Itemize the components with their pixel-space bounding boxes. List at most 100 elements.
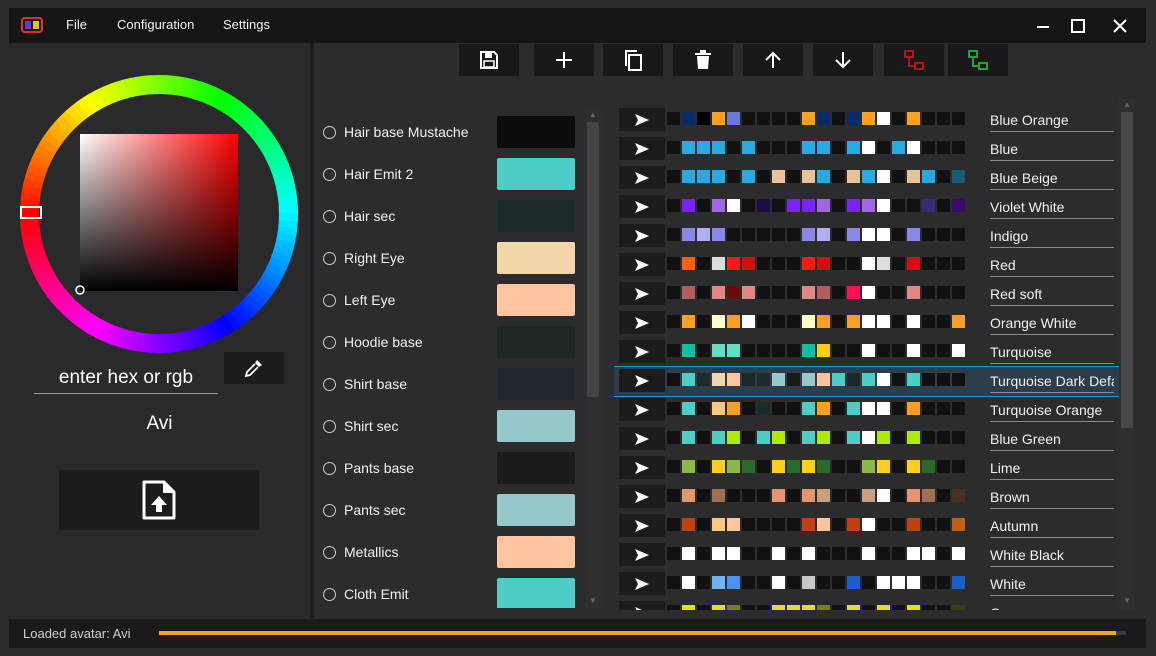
color-slot-row[interactable]: Hair sec [319,200,599,242]
apply-preset-button[interactable] [619,311,665,334]
preset-name[interactable]: Blue Beige [990,170,1114,190]
add-button[interactable] [534,44,594,76]
preset-name[interactable]: Blue [990,141,1114,161]
preset-name[interactable]: Indigo [990,228,1114,248]
slot-color-swatch[interactable] [497,242,575,274]
slot-color-swatch[interactable] [497,158,575,190]
menu-settings[interactable]: Settings [223,17,270,32]
apply-preset-button[interactable] [619,282,665,305]
preset-name[interactable]: Violet White [990,199,1114,219]
preset-name[interactable]: White Black [990,547,1114,567]
apply-preset-button[interactable] [619,601,665,610]
preset-name[interactable]: Brown [990,489,1114,509]
connect-button[interactable] [948,44,1008,76]
color-slot-row[interactable]: Hair base Mustache [319,116,599,158]
save-button[interactable] [459,44,519,76]
apply-preset-button[interactable] [619,195,665,218]
preset-row[interactable]: White Black [614,541,1124,570]
apply-preset-button[interactable] [619,166,665,189]
apply-preset-button[interactable] [619,456,665,479]
preset-name[interactable]: Green [990,605,1114,610]
preset-row[interactable]: Indigo [614,222,1124,251]
move-up-button[interactable] [743,44,803,76]
preset-name[interactable]: Turquoise Orange [990,402,1114,422]
move-down-button[interactable] [813,44,873,76]
preset-name[interactable]: Red [990,257,1114,277]
slot-scrollbar-track[interactable]: ▲ ▼ [585,108,601,608]
slot-color-swatch[interactable] [497,536,575,568]
apply-preset-button[interactable] [619,514,665,537]
color-slot-row[interactable]: Pants sec [319,494,599,536]
color-slot-row[interactable]: Left Eye [319,284,599,326]
color-slot-row[interactable]: Cloth Emit [319,578,599,608]
load-avatar-button[interactable] [59,470,259,530]
preset-scroll-down-arrow[interactable]: ▼ [1119,594,1135,608]
apply-preset-button[interactable] [619,572,665,595]
slot-radio[interactable] [323,126,336,139]
preset-row[interactable]: Green [614,599,1124,610]
preset-name[interactable]: Lime [990,460,1114,480]
preset-name[interactable]: Autumn [990,518,1114,538]
color-slot-row[interactable]: Pants base [319,452,599,494]
preset-row[interactable]: White [614,570,1124,599]
disconnect-button[interactable] [884,44,944,76]
slot-color-swatch[interactable] [497,410,575,442]
maximize-button[interactable] [1064,14,1092,38]
apply-preset-button[interactable] [619,253,665,276]
preset-scroll-up-arrow[interactable]: ▲ [1119,98,1135,112]
slot-color-swatch[interactable] [497,368,575,400]
slot-radio[interactable] [323,588,336,601]
preset-row[interactable]: Blue Beige [614,164,1124,193]
slot-color-swatch[interactable] [497,326,575,358]
color-slot-row[interactable]: Shirt sec [319,410,599,452]
preset-name[interactable]: Blue Green [990,431,1114,451]
color-slot-row[interactable]: Hair Emit 2 [319,158,599,200]
color-slot-row[interactable]: Right Eye [319,242,599,284]
preset-row[interactable]: Turquoise Dark Default [614,366,1124,397]
preset-row[interactable]: Red [614,251,1124,280]
preset-row[interactable]: Brown [614,483,1124,512]
preset-name[interactable]: Red soft [990,286,1114,306]
slot-radio[interactable] [323,378,336,391]
hex-input[interactable] [34,363,218,394]
color-slot-row[interactable]: Shirt base [319,368,599,410]
preset-row[interactable]: Lime [614,454,1124,483]
slot-scrollbar-thumb[interactable] [587,122,599,397]
apply-preset-button[interactable] [619,369,665,392]
color-wheel[interactable] [19,74,299,354]
slot-radio[interactable] [323,294,336,307]
menu-file[interactable]: File [66,17,87,32]
slot-color-swatch[interactable] [497,452,575,484]
preset-row[interactable]: Violet White [614,193,1124,222]
slot-color-swatch[interactable] [497,116,575,148]
scroll-up-arrow[interactable]: ▲ [585,108,601,122]
apply-preset-button[interactable] [619,543,665,566]
slot-color-swatch[interactable] [497,200,575,232]
apply-preset-button[interactable] [619,485,665,508]
slot-radio[interactable] [323,420,336,433]
slot-radio[interactable] [323,462,336,475]
slot-radio[interactable] [323,504,336,517]
color-slot-row[interactable]: Hoodie base [319,326,599,368]
copy-button[interactable] [603,44,663,76]
slot-color-swatch[interactable] [497,494,575,526]
minimize-button[interactable] [1029,14,1057,38]
scroll-down-arrow[interactable]: ▼ [585,594,601,608]
eyedropper-button[interactable] [224,352,284,384]
slot-radio[interactable] [323,336,336,349]
apply-preset-button[interactable] [619,224,665,247]
preset-scrollbar-thumb[interactable] [1121,112,1133,428]
slot-radio[interactable] [323,252,336,265]
preset-name[interactable]: Turquoise Dark Default [990,373,1114,393]
close-button[interactable] [1106,14,1134,38]
menu-configuration[interactable]: Configuration [117,17,194,32]
color-slot-row[interactable]: Metallics [319,536,599,578]
preset-scrollbar-track[interactable]: ▲ ▼ [1119,98,1135,610]
preset-row[interactable]: Blue Orange [614,106,1124,135]
preset-name[interactable]: Blue Orange [990,112,1114,132]
preset-row[interactable]: Autumn [614,512,1124,541]
slot-radio[interactable] [323,210,336,223]
preset-name[interactable]: White [990,576,1114,596]
slot-radio[interactable] [323,168,336,181]
apply-preset-button[interactable] [619,137,665,160]
